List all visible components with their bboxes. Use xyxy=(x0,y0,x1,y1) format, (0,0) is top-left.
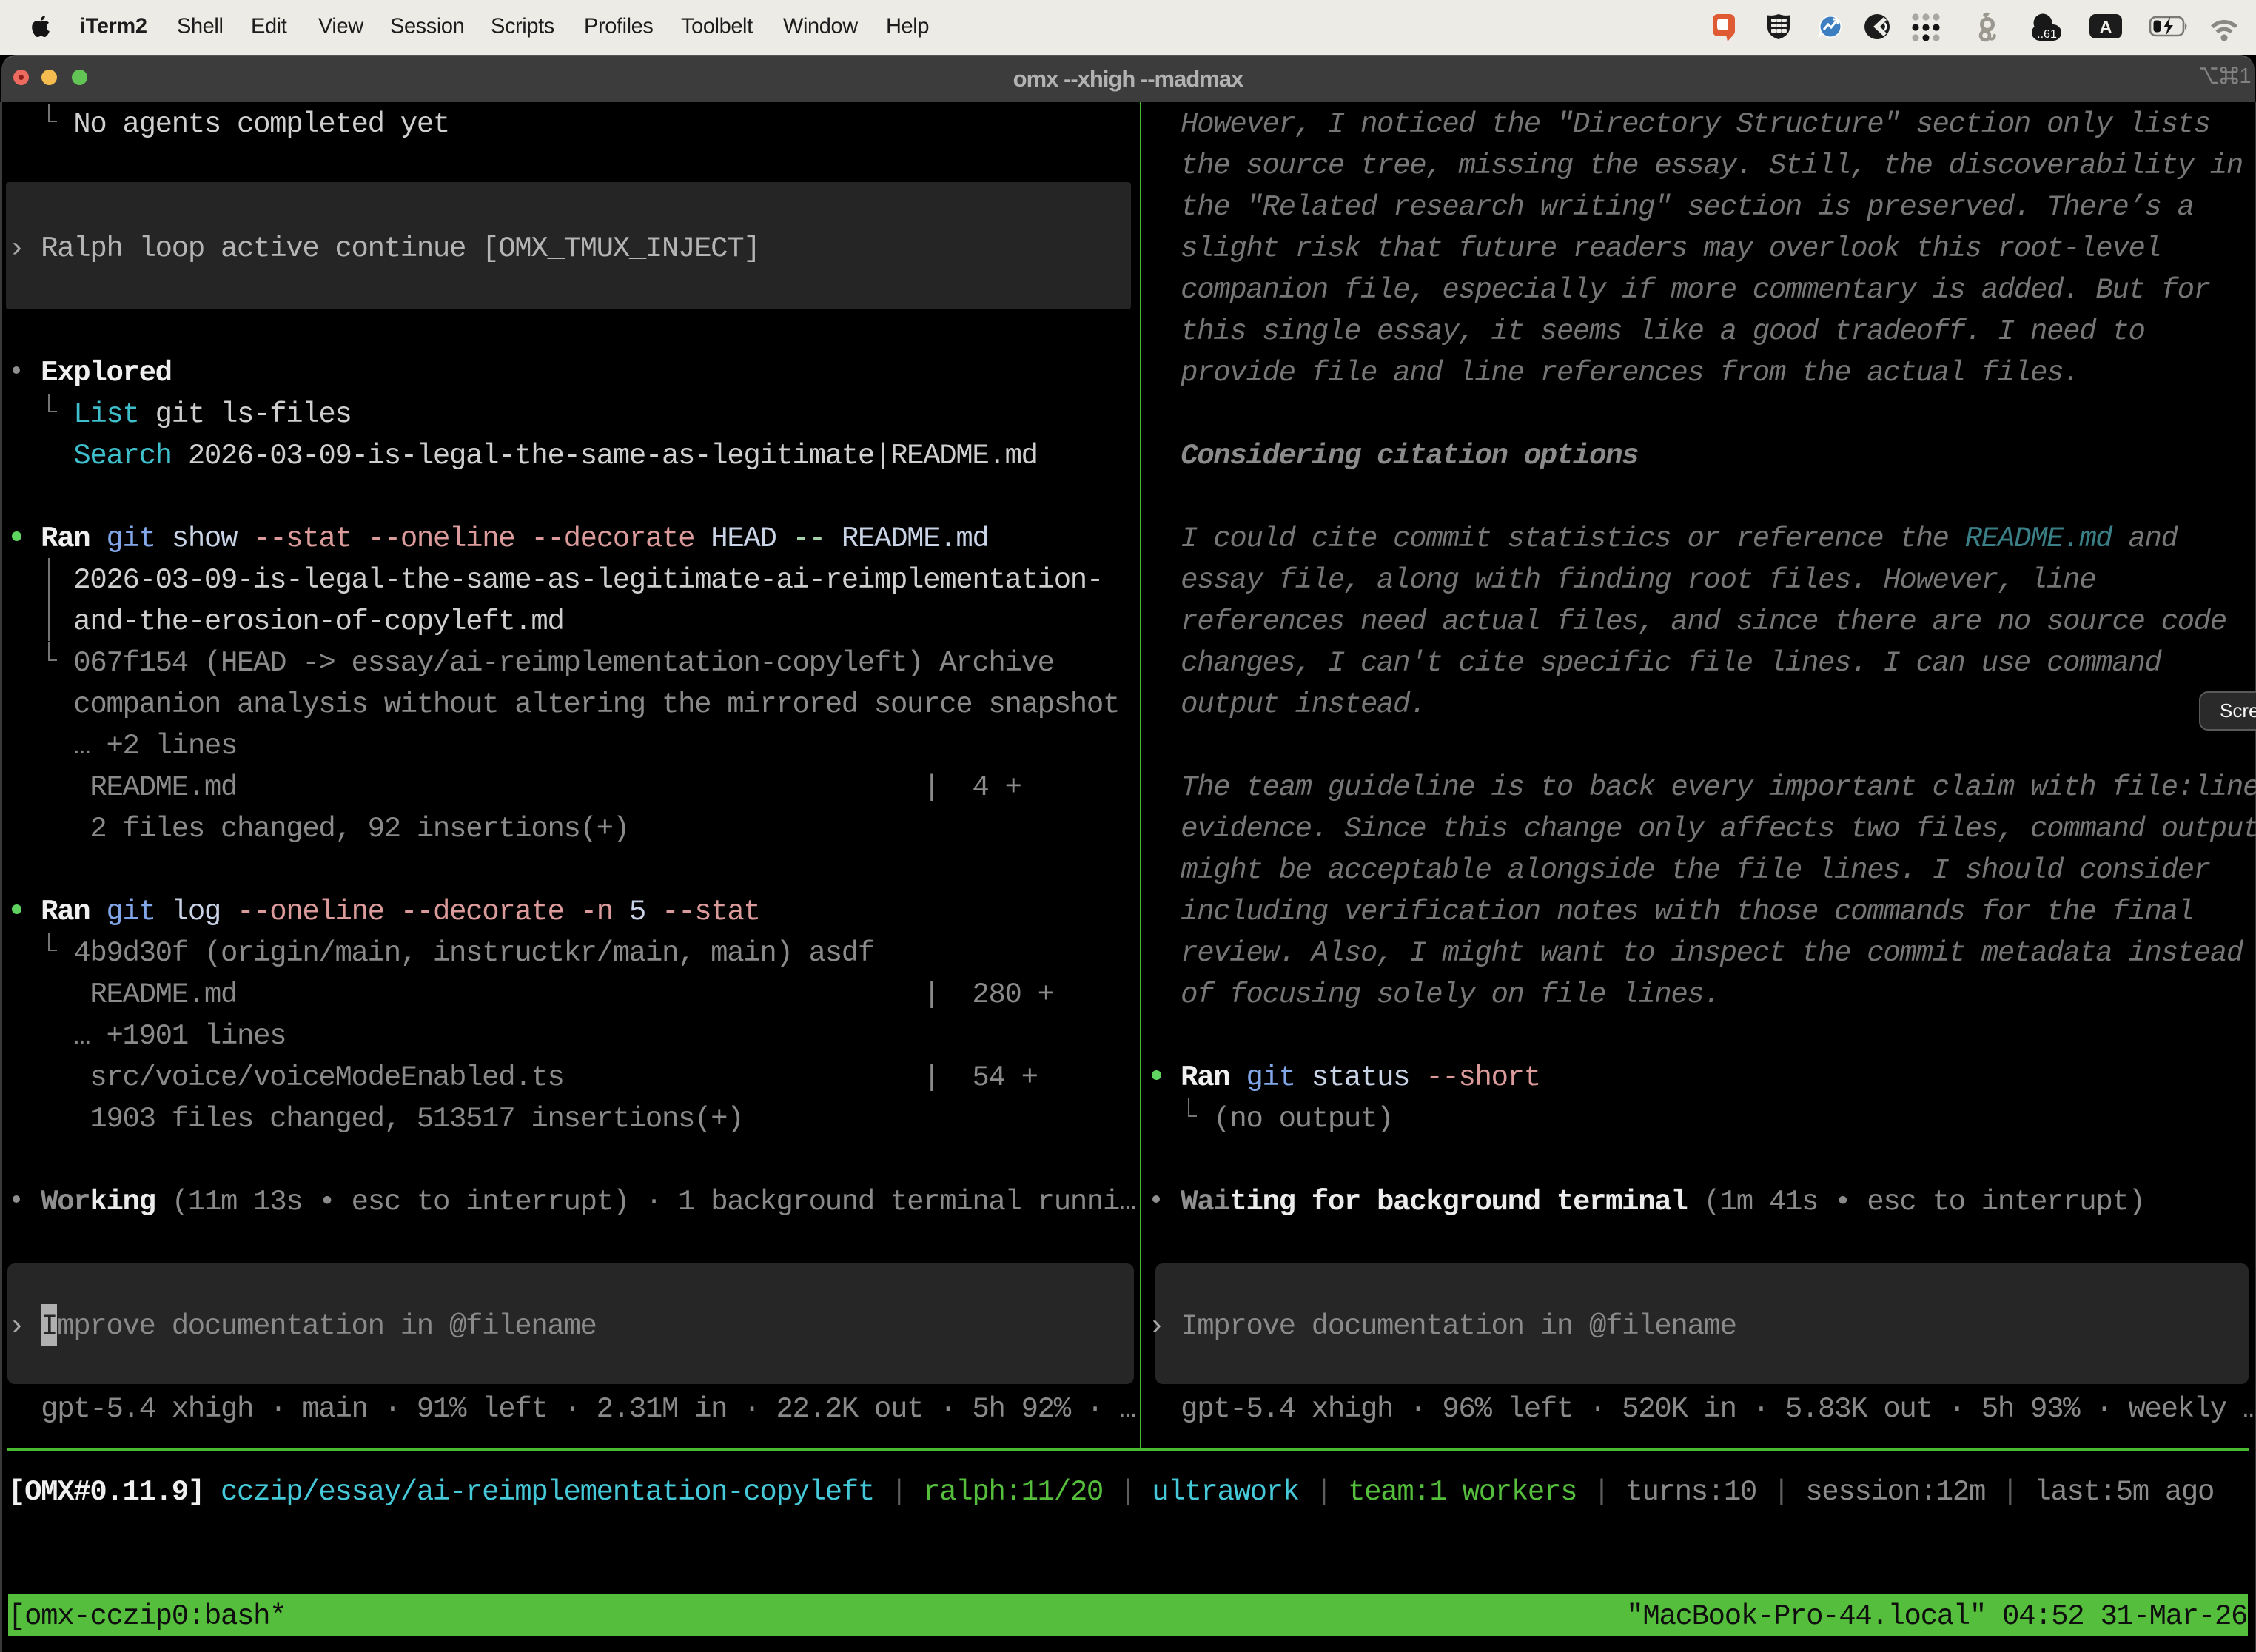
svg-text:..61: ..61 xyxy=(2037,28,2057,41)
svg-text:1: 1 xyxy=(2240,64,2252,88)
svg-text:A: A xyxy=(2099,18,2112,38)
